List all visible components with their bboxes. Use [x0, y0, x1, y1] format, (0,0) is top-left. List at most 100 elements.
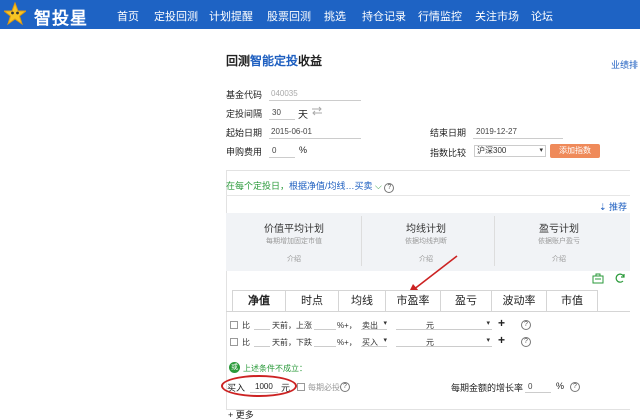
- page-title: 回测智能定投收益: [226, 54, 323, 68]
- rule-text: %+，: [337, 321, 357, 330]
- or-badge: 或: [229, 362, 240, 373]
- help-icon[interactable]: ?: [384, 183, 395, 193]
- help-icon[interactable]: ?: [570, 382, 580, 392]
- tab-profit-loss[interactable]: 盈亏: [440, 290, 492, 312]
- plan-card-intro-link[interactable]: 介绍: [499, 254, 619, 264]
- chevron-down-icon[interactable]: ⌵: [373, 181, 385, 191]
- rule-row: 比 天前，上涨 %+， 卖出 ▾ 元 ▾ + ?: [226, 316, 630, 332]
- save-icon[interactable]: [592, 272, 604, 284]
- tab-market-cap[interactable]: 市值: [546, 290, 598, 312]
- plan-card-title[interactable]: 均线计划: [366, 220, 486, 235]
- growth-rate-label: 每期金额的增长率: [451, 383, 524, 393]
- fee-label: 申购费用: [226, 147, 263, 157]
- fee-input[interactable]: 0: [272, 146, 276, 155]
- tab-volatility[interactable]: 波动率: [491, 290, 547, 312]
- interval-label: 定投间隔: [226, 109, 263, 119]
- divider: [361, 216, 362, 266]
- nav-item-plan-reminder[interactable]: 计划提醒: [209, 8, 253, 24]
- divider: [494, 216, 495, 266]
- plan-card-title[interactable]: 价值平均计划: [234, 220, 354, 235]
- nav-item-stock-backtest[interactable]: 股票回测: [267, 8, 311, 24]
- start-date-label: 起始日期: [226, 128, 263, 138]
- nav-item-forum[interactable]: 论坛: [531, 8, 553, 24]
- fund-code-underline: [269, 100, 361, 101]
- trade-action-select[interactable]: 买入 ▾: [361, 335, 387, 347]
- growth-rate-input[interactable]: 0: [528, 382, 532, 391]
- dropdown-arrow-icon: ▾: [383, 320, 387, 327]
- fee-underline: [269, 157, 295, 158]
- days-input[interactable]: [254, 318, 270, 330]
- star-logo-icon: [4, 2, 26, 26]
- add-rule-icon[interactable]: +: [498, 316, 505, 330]
- annotation-circle: [221, 375, 297, 397]
- plan-card-subtitle: 每期增加固定市值: [266, 238, 322, 245]
- end-date-label: 结束日期: [430, 128, 467, 138]
- nav-item-pick[interactable]: 挑选: [324, 8, 346, 24]
- fallback-title: 上述条件不成立：: [243, 364, 307, 373]
- add-rule-icon[interactable]: +: [498, 333, 505, 347]
- action-select[interactable]: 买卖: [355, 181, 373, 191]
- amount-select[interactable]: 元 ▾: [396, 335, 492, 347]
- swap-arrows-icon[interactable]: [311, 106, 323, 116]
- plan-card-subtitle: 依据账户盈亏: [538, 238, 580, 245]
- nav-item-market-monitor[interactable]: 行情监控: [418, 8, 462, 24]
- start-date-underline: [269, 138, 361, 139]
- index-compare-label: 指数比较: [430, 148, 467, 158]
- dropdown-arrow-icon: ▾: [383, 337, 387, 344]
- tab-timing[interactable]: 时点: [285, 290, 339, 312]
- rule-text: 天前，上涨: [272, 321, 312, 330]
- plan-card-subtitle: 依据均线判断: [405, 238, 447, 245]
- growth-rate-underline: [525, 392, 551, 393]
- percent-input[interactable]: [314, 318, 336, 330]
- arrow-down-icon: ⇣: [599, 202, 610, 212]
- end-date-input[interactable]: 2019-12-27: [476, 127, 517, 136]
- condition-title: 在每个定投日，根据净值/均线…买卖 ⌵ ?: [226, 179, 395, 193]
- interval-input[interactable]: 30: [272, 108, 281, 117]
- dropdown-arrow-icon: ▾: [539, 147, 543, 154]
- plan-card-title[interactable]: 盈亏计划: [499, 220, 619, 235]
- plan-card-intro-link[interactable]: 介绍: [234, 254, 354, 264]
- rule-text: %+，: [337, 338, 357, 347]
- recommend-link[interactable]: ⇣ 推荐: [599, 200, 627, 213]
- fee-unit: %: [299, 145, 308, 155]
- index-select[interactable]: 沪深300 ▾: [474, 145, 546, 157]
- performance-ranking-link[interactable]: 业绩排: [611, 58, 638, 71]
- start-date-input[interactable]: 2015-06-01: [271, 127, 312, 136]
- more-link[interactable]: + 更多: [228, 408, 254, 420]
- refresh-icon[interactable]: [614, 272, 626, 284]
- rule-row: 比 天前，下跌 %+， 买入 ▾ 元 ▾ + ?: [226, 333, 630, 349]
- fund-code-input[interactable]: 040035: [271, 89, 298, 98]
- rule-select[interactable]: 根据净值/均线…: [289, 181, 355, 191]
- help-icon[interactable]: ?: [521, 337, 531, 347]
- tab-moving-average[interactable]: 均线: [338, 290, 386, 312]
- add-index-button[interactable]: 添加指数: [550, 144, 600, 158]
- brand-name[interactable]: 智投星: [34, 4, 88, 29]
- dropdown-arrow-icon: ▾: [486, 337, 490, 344]
- divider: [226, 311, 630, 312]
- interval-unit: 天: [298, 110, 308, 121]
- percent-input[interactable]: [314, 335, 336, 347]
- amount-select[interactable]: 元 ▾: [396, 318, 492, 330]
- tab-nav[interactable]: 净值: [232, 290, 286, 312]
- rule-checkbox[interactable]: [230, 321, 238, 329]
- trade-action-select[interactable]: 卖出 ▾: [361, 318, 387, 330]
- days-input[interactable]: [254, 335, 270, 347]
- end-date-underline: [473, 138, 563, 139]
- help-icon[interactable]: ?: [521, 320, 531, 330]
- rule-checkbox[interactable]: [230, 338, 238, 346]
- periodic-checkbox[interactable]: [297, 383, 305, 391]
- help-icon[interactable]: ?: [340, 382, 350, 392]
- top-nav: 智投星 首页 定投回测 计划提醒 股票回测 挑选 持仓记录 行情监控 关注市场 …: [0, 0, 640, 29]
- tab-pe-ratio[interactable]: 市盈率: [385, 290, 441, 312]
- rule-text: 天前，下跌: [272, 338, 312, 347]
- index-select-value: 沪深300: [477, 146, 507, 155]
- nav-item-holdings[interactable]: 持仓记录: [362, 8, 406, 24]
- periodic-label: 每期必投: [308, 383, 340, 392]
- fund-code-label: 基金代码: [226, 90, 263, 100]
- growth-rate-unit: %: [556, 381, 565, 391]
- nav-item-home[interactable]: 首页: [117, 8, 139, 24]
- nav-item-watch-market[interactable]: 关注市场: [475, 8, 519, 24]
- interval-underline: [269, 119, 295, 120]
- rule-text: 比: [242, 321, 250, 330]
- nav-item-backtest[interactable]: 定投回测: [154, 8, 198, 24]
